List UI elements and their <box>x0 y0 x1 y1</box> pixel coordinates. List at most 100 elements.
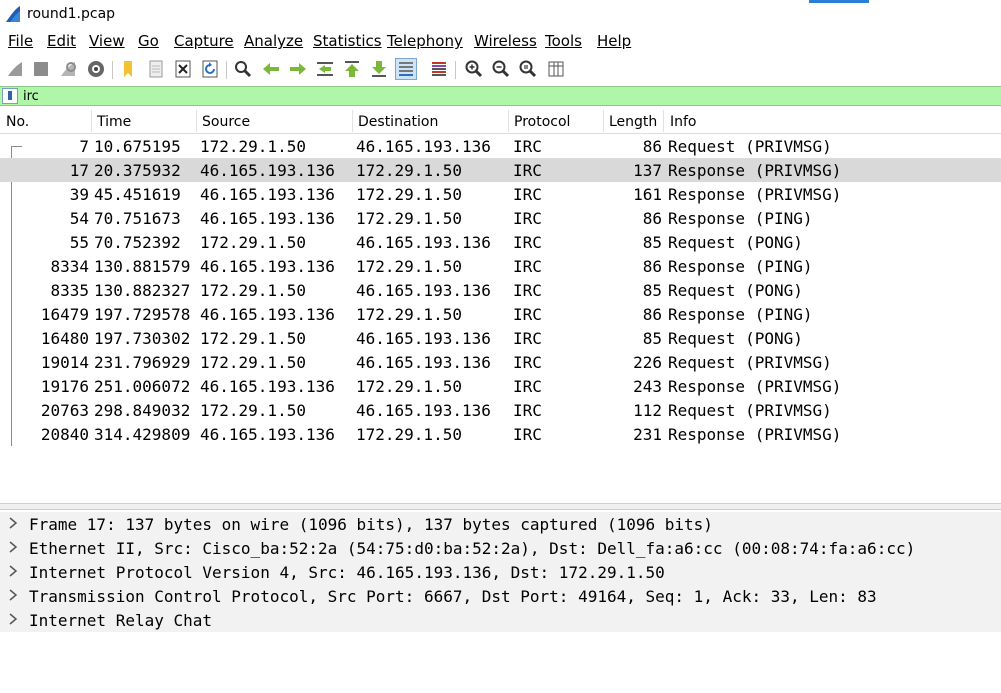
cell-protocol: IRC <box>513 137 542 156</box>
column-info[interactable]: Info <box>670 114 697 130</box>
normal-size-icon[interactable] <box>517 58 539 80</box>
stop-capture-icon[interactable] <box>30 58 52 80</box>
packet-row[interactable]: 16479 197.729578 46.165.193.136 172.29.1… <box>0 302 1001 326</box>
column-protocol[interactable]: Protocol <box>514 114 570 130</box>
menu-wireless[interactable]: Wireless <box>474 32 537 50</box>
cell-time: 197.730302 <box>94 329 191 348</box>
column-divider[interactable] <box>603 110 604 132</box>
save-file-icon[interactable] <box>145 58 167 80</box>
chevron-right-icon[interactable] <box>7 564 19 578</box>
resize-columns-icon[interactable] <box>545 58 567 80</box>
cell-no: 20763 <box>40 401 89 420</box>
close-file-icon[interactable] <box>172 58 194 80</box>
cell-no: 19176 <box>40 377 89 396</box>
zoom-out-icon[interactable] <box>490 58 512 80</box>
packet-row[interactable]: 55 70.752392 172.29.1.50 46.165.193.136 … <box>0 230 1001 254</box>
packet-row[interactable]: 20763 298.849032 172.29.1.50 46.165.193.… <box>0 398 1001 422</box>
menu-edit[interactable]: Edit <box>47 32 76 50</box>
go-to-packet-icon[interactable] <box>314 58 336 80</box>
menu-go[interactable]: Go <box>138 32 159 50</box>
cell-info: Response (PING) <box>668 305 813 324</box>
packet-row[interactable]: 19014 231.796929 172.29.1.50 46.165.193.… <box>0 350 1001 374</box>
packet-row[interactable]: 8335 130.882327 172.29.1.50 46.165.193.1… <box>0 278 1001 302</box>
capture-options-icon[interactable] <box>85 58 107 80</box>
cell-destination: 46.165.193.136 <box>356 329 491 348</box>
cell-length: 86 <box>642 137 662 156</box>
wireshark-window: round1.pcap File Edit View Go Capture An… <box>0 0 1001 693</box>
packet-row[interactable]: 7 10.675195 172.29.1.50 46.165.193.136 I… <box>0 134 1001 158</box>
cell-destination: 46.165.193.136 <box>356 353 491 372</box>
restart-capture-icon[interactable] <box>57 58 79 80</box>
cell-source: 172.29.1.50 <box>200 281 306 300</box>
cell-no: 8334 <box>50 257 89 276</box>
cell-length: 243 <box>633 377 662 396</box>
chevron-right-icon[interactable] <box>7 516 19 530</box>
cell-info: Request (PONG) <box>668 233 803 252</box>
chevron-right-icon[interactable] <box>7 612 19 626</box>
chevron-right-icon[interactable] <box>7 588 19 602</box>
start-capture-icon[interactable] <box>4 58 26 80</box>
detail-text: Internet Relay Chat <box>29 611 213 630</box>
menu-help[interactable]: Help <box>597 32 631 50</box>
column-divider[interactable] <box>663 110 664 132</box>
menu-tools[interactable]: Tools <box>545 32 582 50</box>
go-forward-icon[interactable] <box>287 58 309 80</box>
column-length[interactable]: Length <box>609 114 657 130</box>
detail-text: Internet Protocol Version 4, Src: 46.165… <box>29 563 665 582</box>
go-first-icon[interactable] <box>341 58 363 80</box>
zoom-in-icon[interactable] <box>463 58 485 80</box>
column-source[interactable]: Source <box>202 114 250 130</box>
cell-length: 86 <box>642 257 662 276</box>
cell-info: Request (PONG) <box>668 281 803 300</box>
detail-row-tcp[interactable]: Transmission Control Protocol, Src Port:… <box>0 584 1001 608</box>
column-destination[interactable]: Destination <box>358 114 438 130</box>
packet-row[interactable]: 54 70.751673 46.165.193.136 172.29.1.50 … <box>0 206 1001 230</box>
packet-row[interactable]: 16480 197.730302 172.29.1.50 46.165.193.… <box>0 326 1001 350</box>
detail-row-irc[interactable]: Internet Relay Chat <box>0 608 1001 632</box>
go-last-icon[interactable] <box>368 58 390 80</box>
menu-view[interactable]: View <box>89 32 125 50</box>
reload-file-icon[interactable] <box>199 58 221 80</box>
cell-no: 16480 <box>40 329 89 348</box>
packet-row-selected[interactable]: 17 20.375932 46.165.193.136 172.29.1.50 … <box>0 158 1001 182</box>
cell-source: 46.165.193.136 <box>200 425 335 444</box>
wireshark-fin-icon <box>6 6 20 22</box>
detail-row-ip[interactable]: Internet Protocol Version 4, Src: 46.165… <box>0 560 1001 584</box>
menu-telephony[interactable]: Telephony <box>387 32 463 50</box>
cell-time: 70.751673 <box>94 209 181 228</box>
cell-info: Request (PRIVMSG) <box>668 353 832 372</box>
detail-row-frame[interactable]: Frame 17: 137 bytes on wire (1096 bits),… <box>0 512 1001 536</box>
menu-file[interactable]: File <box>8 32 33 50</box>
packet-row[interactable]: 19176 251.006072 46.165.193.136 172.29.1… <box>0 374 1001 398</box>
column-divider[interactable] <box>508 110 509 132</box>
menu-statistics[interactable]: Statistics <box>313 32 382 50</box>
column-divider[interactable] <box>196 110 197 132</box>
detail-row-ethernet[interactable]: Ethernet II, Src: Cisco_ba:52:2a (54:75:… <box>0 536 1001 560</box>
cell-protocol: IRC <box>513 281 542 300</box>
column-time[interactable]: Time <box>97 114 131 130</box>
cell-info: Request (PONG) <box>668 329 803 348</box>
open-file-icon[interactable] <box>118 58 140 80</box>
autoscroll-icon[interactable] <box>395 58 417 80</box>
go-back-icon[interactable] <box>260 58 282 80</box>
menu-capture[interactable]: Capture <box>174 32 234 50</box>
cell-time: 251.006072 <box>94 377 191 396</box>
menu-analyze[interactable]: Analyze <box>244 32 303 50</box>
packet-row[interactable]: 20840 314.429809 46.165.193.136 172.29.1… <box>0 422 1001 446</box>
column-no[interactable]: No. <box>6 114 29 130</box>
column-divider[interactable] <box>91 110 92 132</box>
packet-row[interactable]: 39 45.451619 46.165.193.136 172.29.1.50 … <box>0 182 1001 206</box>
pane-splitter[interactable] <box>0 503 1001 510</box>
display-filter-input[interactable] <box>22 87 992 105</box>
find-packet-icon[interactable] <box>232 58 254 80</box>
cell-destination: 172.29.1.50 <box>356 161 462 180</box>
colorize-icon[interactable] <box>428 58 450 80</box>
cell-destination: 172.29.1.50 <box>356 185 462 204</box>
filter-bookmark-icon[interactable] <box>2 88 18 104</box>
title-bar: round1.pcap <box>0 0 1001 30</box>
column-divider[interactable] <box>352 110 353 132</box>
packet-row[interactable]: 8334 130.881579 46.165.193.136 172.29.1.… <box>0 254 1001 278</box>
chevron-right-icon[interactable] <box>7 540 19 554</box>
cell-protocol: IRC <box>513 377 542 396</box>
cell-source: 172.29.1.50 <box>200 233 306 252</box>
